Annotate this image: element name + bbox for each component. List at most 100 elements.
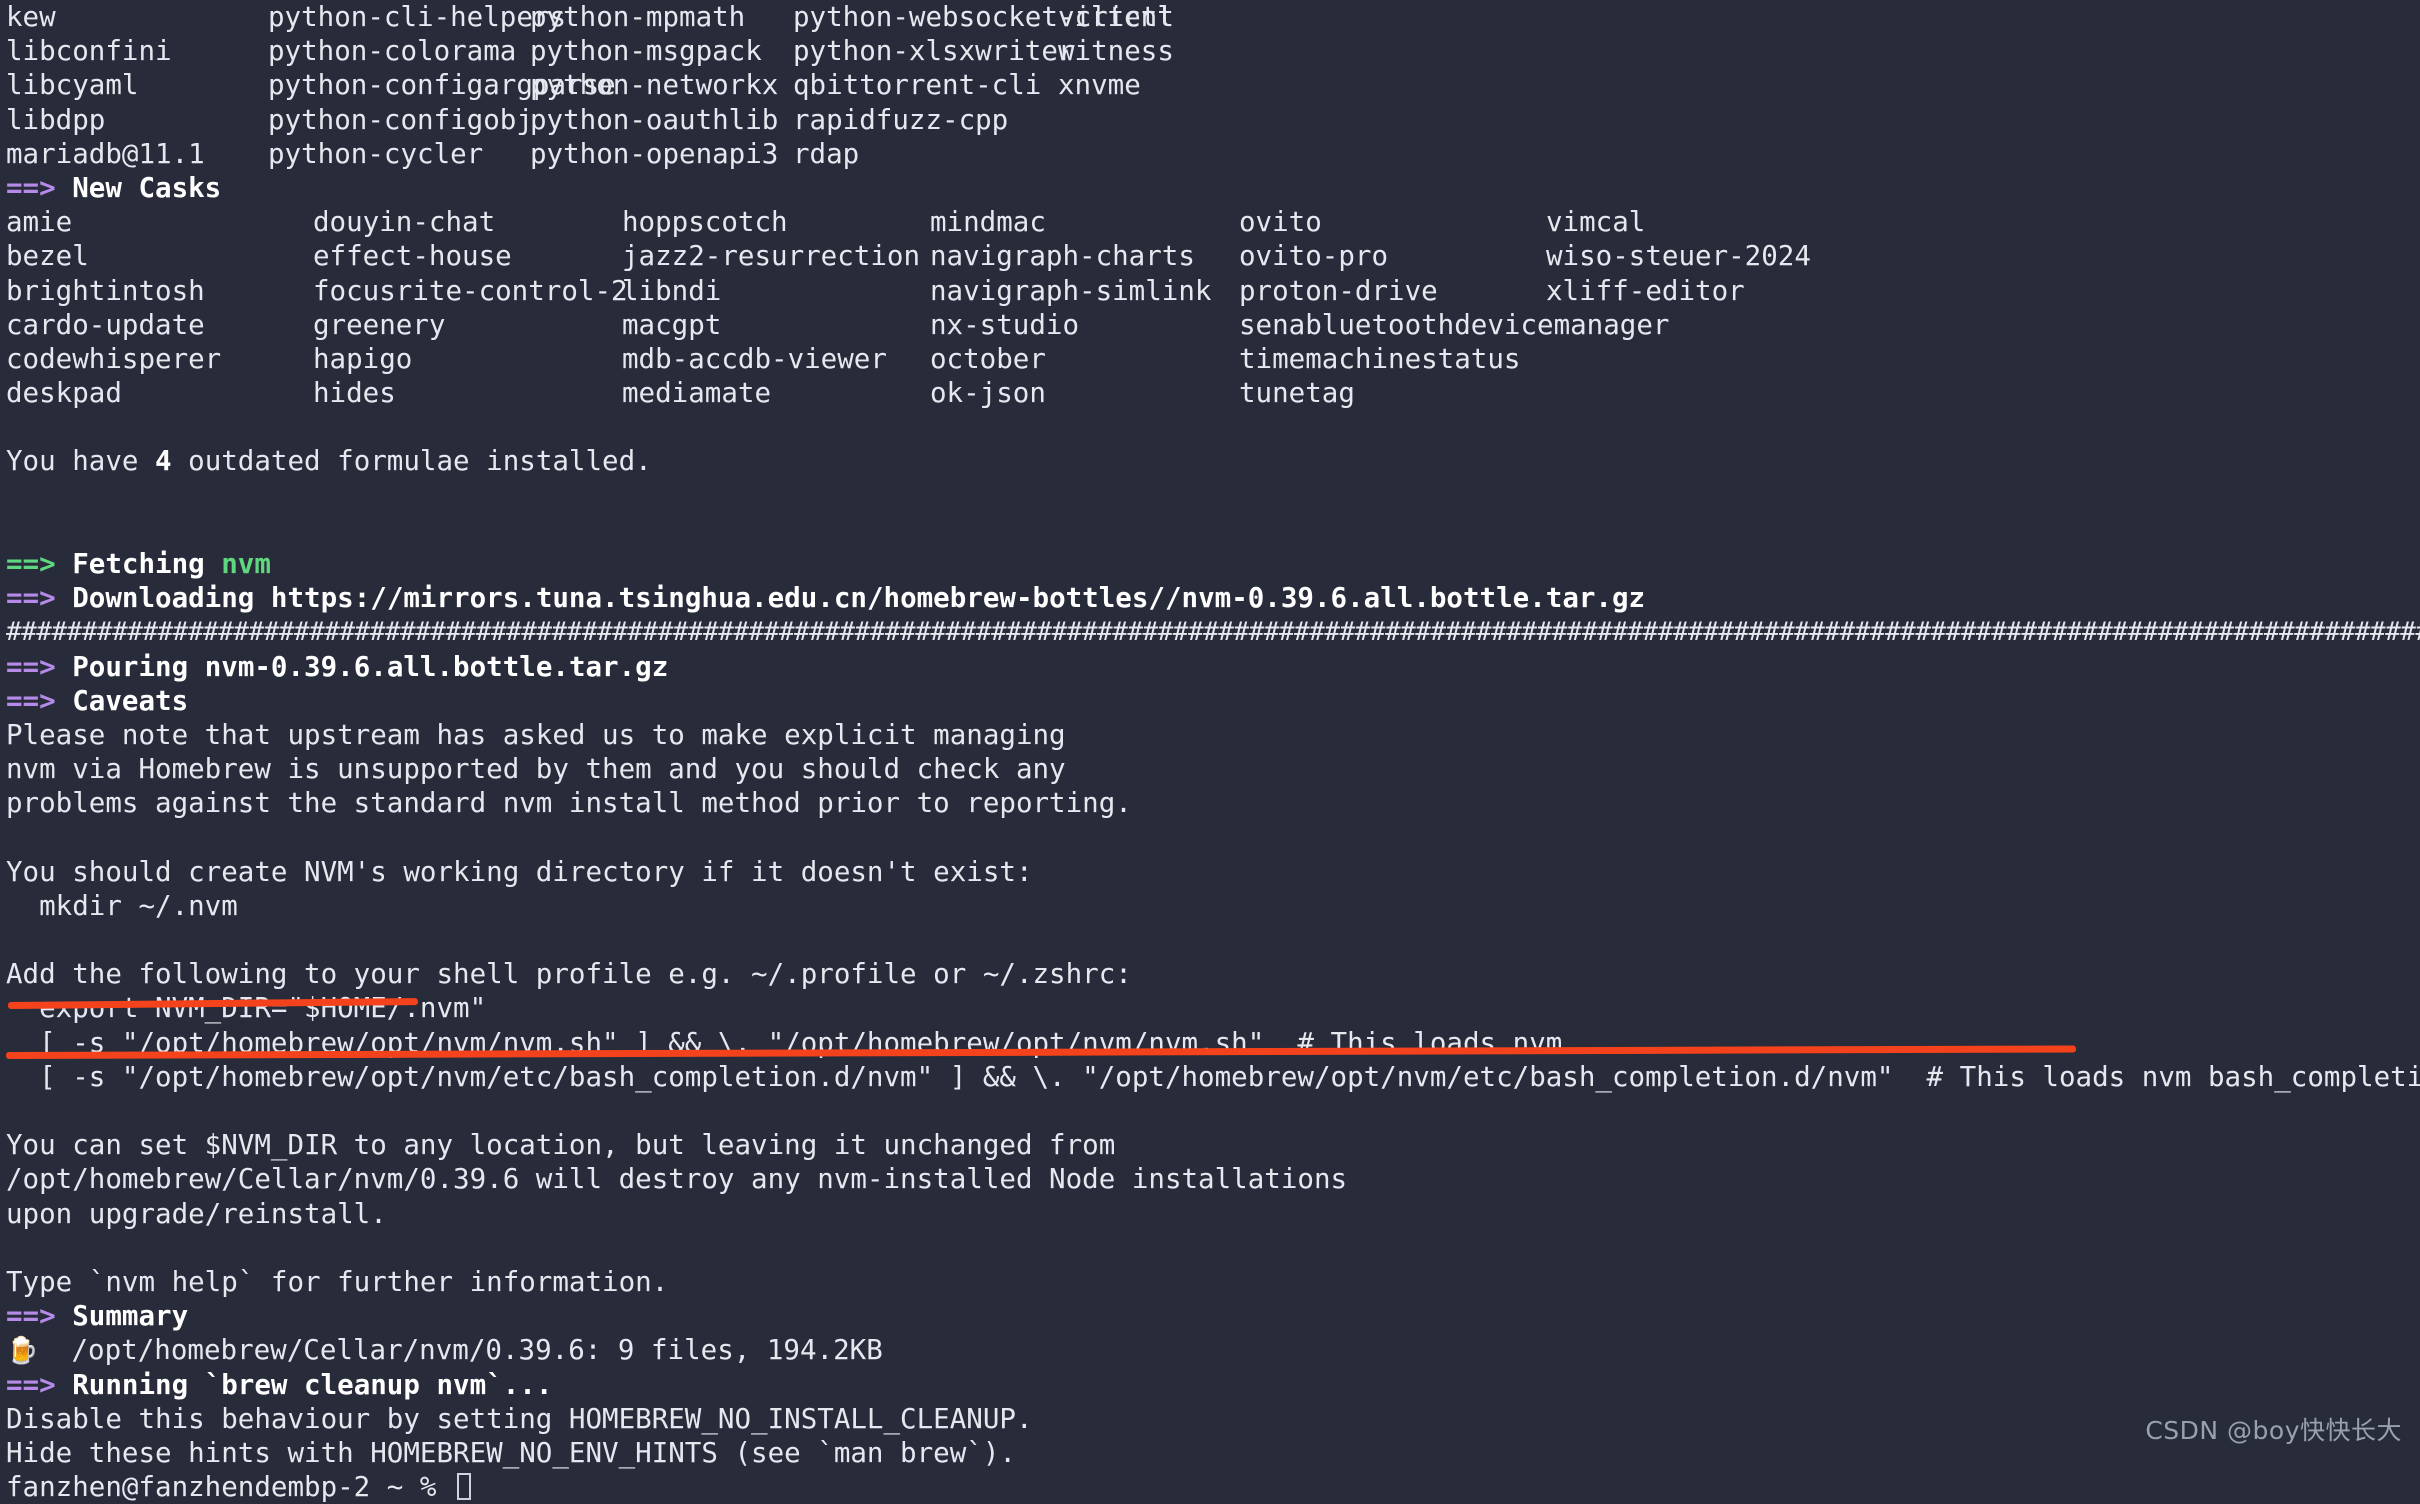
formulae-row: libconfini python-colorama python-msgpac… [0,34,2420,68]
cask-name: codewhisperer [6,342,222,375]
arrow-marker: ==> [6,171,56,204]
formula-name: rapidfuzz-cpp [793,103,1009,136]
cask-row: cardo-update greenery macgpt nx-studio s… [0,308,2420,342]
cask-name: ovito-pro [1239,240,1389,273]
cask-name: navigraph-simlink [930,274,1212,307]
fetching-formula: nvm [221,548,271,580]
formula-name: python-colorama [268,35,517,68]
beer-mug-icon: 🍺 [6,1336,39,1367]
cask-name: brightintosh [6,274,205,307]
cleanup-line: ==> Running `brew cleanup nvm`... [0,1368,2420,1402]
arrow-marker: ==> [6,650,56,683]
caveats-command: mkdir ~/.nvm [6,889,238,922]
caveats-text: problems against the standard nvm instal… [6,787,1132,820]
formula-name: python-msgpack [530,35,762,68]
fetching-line: ==> Fetching nvm [0,547,2420,581]
cask-name: tunetag [1239,377,1355,410]
new-casks-label: New Casks [72,171,222,204]
progress-bar: ########################################… [6,617,2420,648]
formula-name: virtctl [1058,1,1174,33]
cask-name: october [930,342,1046,375]
caveats-text: You can set $NVM_DIR to any location, bu… [6,1129,1116,1162]
new-casks-heading: ==> New Casks [0,171,2420,205]
formula-name: qbittorrent-cli [793,69,1042,102]
pouring-file: nvm-0.39.6.all.bottle.tar.gz [204,650,669,683]
cask-name: deskpad [6,377,122,410]
formula-name: libconfini [6,35,172,68]
formulae-row: kew python-cli-helpers python-mpmath pyt… [0,0,2420,34]
cask-name: effect-house [313,240,512,273]
watermark: CSDN @boy快快长大 [2145,1415,2402,1445]
cleanup-label: Running `brew cleanup nvm`... [72,1368,553,1401]
text-cursor [457,1473,472,1501]
downloading-url: https://mirrors.tuna.tsinghua.edu.cn/hom… [270,582,1646,615]
arrow-marker: ==> [6,1300,56,1333]
caveats-label: Caveats [72,684,189,717]
outdated-formulae-line: You have 4 outdated formulae installed. [0,444,2420,478]
cask-name: hides [313,377,396,410]
formula-name: libcyaml [6,69,139,102]
cask-row: codewhisperer hapigo mdb-accdb-viewer oc… [0,342,2420,376]
cask-name: proton-drive [1239,274,1438,307]
cask-name: nx-studio [930,308,1080,341]
caveats-text: nvm via Homebrew is unsupported by them … [6,753,1066,786]
formula-name: python-openapi3 [530,137,779,170]
cask-name: cardo-update [6,308,205,341]
shell-prompt-text: fanzhen@fanzhendembp-2 ~ % [6,1471,454,1504]
arrow-marker: ==> [6,548,56,580]
summary-path: /opt/homebrew/Cellar/nvm/0.39.6: 9 files… [71,1334,883,1367]
formula-name: python-cycler [268,137,484,170]
cask-name: focusrite-control-2 [313,274,628,307]
cask-name: douyin-chat [313,206,496,239]
summary-path-line: 🍺 /opt/homebrew/Cellar/nvm/0.39.6: 9 fil… [0,1333,2420,1367]
cask-name: mediamate [622,377,772,410]
formulae-row: libdpp python-configobj python-oauthlib … [0,103,2420,137]
cask-row: brightintosh focusrite-control-2 libndi … [0,274,2420,308]
summary-heading: ==> Summary [0,1299,2420,1333]
cask-name: ovito [1239,206,1322,239]
outdated-prefix: You have [6,445,156,478]
formula-name: kew [6,1,56,33]
progress-bar-line: ########################################… [0,615,2420,649]
fetching-label: Fetching [72,548,205,580]
arrow-marker: ==> [6,684,56,717]
formula-name: python-oauthlib [530,103,779,136]
cask-name: greenery [313,308,446,341]
caveats-completion-command: [ -s "/opt/homebrew/opt/nvm/etc/bash_com… [6,1060,2420,1093]
caveats-text: upon upgrade/reinstall. [6,1197,387,1230]
formula-name: mariadb@11.1 [6,137,205,170]
caveats-heading: ==> Caveats [0,684,2420,718]
cask-name: wiso-steuer-2024 [1546,240,1811,273]
pouring-line: ==> Pouring nvm-0.39.6.all.bottle.tar.gz [0,650,2420,684]
caveats-text: You should create NVM's working director… [6,855,1033,888]
caveats-text: /opt/homebrew/Cellar/nvm/0.39.6 will des… [6,1163,1348,1196]
cask-row: bezel effect-house jazz2-resurrection na… [0,239,2420,273]
cask-row: deskpad hides mediamate ok-json tunetag [0,376,2420,410]
cleanup-hide-hint: Hide these hints with HOMEBREW_NO_ENV_HI… [6,1436,1016,1469]
formula-name: python-cli-helpers [268,1,567,33]
formula-name: python-configobj [268,103,533,136]
terminal-window[interactable]: kew python-cli-helpers python-mpmath pyt… [0,0,2420,1503]
cask-name: senabluetoothdevicemanager [1239,308,1670,341]
downloading-line: ==> Downloading https://mirrors.tuna.tsi… [0,581,2420,615]
caveats-export-command: export NVM_DIR="$HOME/.nvm" [6,992,487,1025]
cask-name: hapigo [313,342,413,375]
cask-name: bezel [6,240,89,273]
cask-row: amie douyin-chat hoppscotch mindmac ovit… [0,205,2420,239]
arrow-marker: ==> [6,1368,56,1401]
shell-prompt-line[interactable]: fanzhen@fanzhendembp-2 ~ % [0,1470,2420,1504]
downloading-label: Downloading [72,582,255,615]
formulae-row: libcyaml python-configargparse python-ne… [0,68,2420,102]
cleanup-disable-hint: Disable this behaviour by setting HOMEBR… [6,1402,1033,1435]
formula-name: python-xlsxwriter [793,35,1075,68]
caveats-text: Add the following to your shell profile … [6,958,1132,991]
cask-name: jazz2-resurrection [622,240,921,273]
cask-name: ok-json [930,377,1046,410]
cask-name: timemachinestatus [1239,342,1521,375]
cask-name: xliff-editor [1546,274,1745,307]
